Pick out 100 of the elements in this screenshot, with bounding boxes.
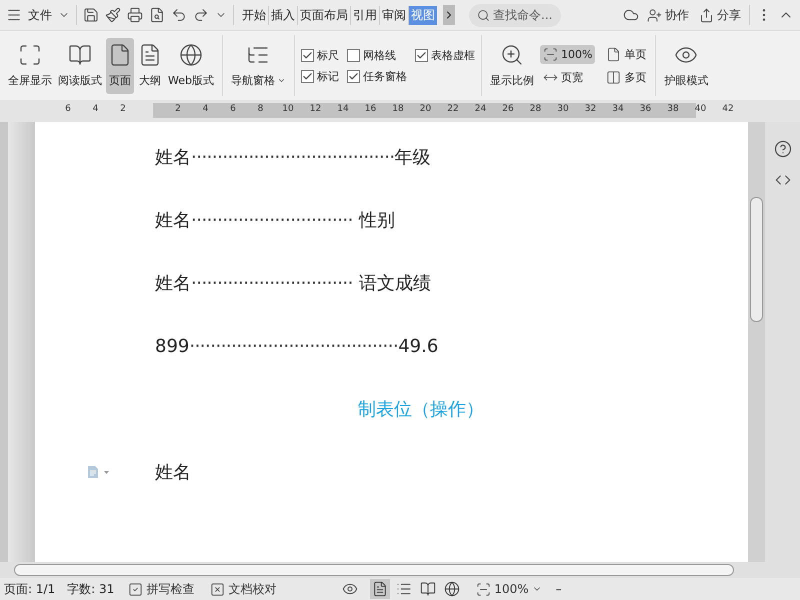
spell-check-button[interactable]: 拼写检查 (126, 578, 196, 600)
page-icon[interactable] (370, 579, 390, 599)
check-icon (302, 70, 313, 82)
zoom-option-button[interactable]: 页宽 (540, 68, 596, 86)
two-pages-icon (606, 70, 622, 84)
undo-icon[interactable] (171, 7, 187, 23)
ruler-number: 10 (281, 104, 295, 114)
eye-care-button[interactable]: 护眼模式 (662, 38, 710, 94)
document-text: 性别 (358, 209, 395, 232)
checkbox[interactable]: 标记 (300, 68, 339, 84)
menu-tab[interactable]: 页面布局 (298, 6, 351, 24)
navigation-pane-button[interactable]: 导航窗格 (228, 38, 288, 94)
document-text: 年级 (394, 146, 431, 169)
page-count: 页面: 1/1 (4, 580, 56, 598)
ruler-number: 2 (119, 104, 127, 114)
help-icon[interactable] (774, 140, 792, 158)
printer-icon[interactable] (127, 7, 143, 23)
checkbox[interactable]: 标尺 (300, 48, 339, 62)
proofread-button[interactable]: 文档校对 (208, 578, 278, 600)
cross-box-icon (210, 582, 226, 596)
share-icon (699, 8, 714, 22)
word-count: 字数: 31 (67, 580, 114, 598)
page-icon (606, 46, 622, 62)
check-icon (348, 70, 359, 82)
ruler-number: 16 (364, 104, 378, 114)
document-text: 姓名 (155, 461, 191, 484)
checkbox[interactable]: 任务窗格 (346, 68, 407, 84)
search-field[interactable]: 查找命令... (469, 4, 561, 26)
ruler-number: 30 (556, 104, 570, 114)
ruler-number: 12 (308, 104, 322, 114)
leader-dots: ······································· (191, 146, 395, 168)
ruler-number: 26 (501, 104, 515, 114)
zoom-option-button[interactable]: 100% (540, 44, 596, 64)
zoom-option-button[interactable]: 多页 (603, 68, 650, 86)
ruler-number: 40 (694, 104, 708, 114)
caret-icon (276, 76, 286, 85)
ruler-number: 24 (474, 104, 488, 114)
view-button[interactable]: 大纲 (136, 38, 164, 94)
redo-icon[interactable] (193, 7, 209, 23)
leader-dots: ········································ (189, 336, 398, 356)
ruler-number: 6 (64, 104, 72, 114)
preview-icon[interactable] (149, 7, 165, 23)
document-text: 姓名 (155, 209, 191, 232)
brush-icon[interactable] (105, 7, 121, 23)
ruler-number: 4 (92, 104, 100, 114)
document-text: 姓名 (155, 272, 191, 295)
vertical-scrollbar[interactable] (748, 122, 765, 562)
open-book-icon (68, 43, 92, 67)
ruler-number: 6 (229, 104, 237, 114)
check-icon (416, 50, 427, 60)
menu-tab[interactable]: 插入 (269, 6, 298, 24)
ruler-number: 34 (611, 104, 625, 114)
ruler-number: 14 (336, 104, 350, 114)
zoom-option-button[interactable]: 单页 (603, 44, 650, 64)
ruler-number: 20 (418, 104, 432, 114)
ruler-number: 38 (666, 104, 680, 114)
zoom-out-button[interactable]: – (556, 582, 562, 596)
document-text: 姓名 (155, 146, 191, 169)
zoom-level[interactable]: 100% (474, 580, 544, 598)
globe-page-icon (178, 43, 203, 67)
ruler-number: 22 (446, 104, 460, 114)
view-button[interactable]: 全屏显示 (6, 38, 54, 94)
fit-icon (476, 582, 492, 596)
horizontal-scrollbar[interactable] (0, 562, 800, 578)
document-text: 49.6 (398, 336, 438, 356)
search-icon (477, 8, 490, 22)
checkbox[interactable]: 网格线 (346, 48, 407, 62)
paragraph-marker-icon[interactable] (87, 465, 111, 479)
menu-icon[interactable] (6, 7, 22, 23)
menu-tab[interactable]: 开始 (240, 6, 269, 24)
share-button[interactable]: 分享 (697, 4, 743, 26)
check-box-icon (128, 582, 144, 596)
add-person-icon (647, 8, 662, 22)
view-button[interactable]: Web版式 (166, 38, 216, 94)
ruler-number: 32 (584, 104, 598, 114)
document-heading: 制表位（操作） (358, 398, 484, 421)
eye-icon[interactable] (342, 581, 358, 597)
magnifier-icon (500, 43, 524, 67)
view-button[interactable]: 页面 (106, 38, 134, 94)
ruler-number: 8 (256, 104, 264, 114)
document-text: 语文成绩 (358, 272, 431, 295)
ruler-number: 28 (528, 104, 542, 114)
more-tabs-icon[interactable] (443, 5, 455, 25)
save-icon[interactable] (83, 7, 99, 23)
menu-tab[interactable]: 引用 (351, 6, 380, 24)
check-icon (302, 50, 313, 60)
leader-dots: ······························· (191, 272, 353, 294)
zoom-button[interactable]: 显示比例 (488, 38, 536, 94)
view-button[interactable]: 阅读版式 (56, 38, 104, 94)
ruler-number: 36 (638, 104, 652, 114)
ruler-number: 18 (391, 104, 405, 114)
document-text: 899 (155, 336, 190, 356)
file-menu[interactable]: 文件 (28, 6, 52, 24)
collaborate-button[interactable]: 协作 (645, 4, 691, 26)
cloud-icon[interactable] (623, 7, 639, 23)
leader-dots: ······························· (191, 210, 353, 230)
ruler-number: 4 (202, 104, 210, 114)
checkbox[interactable]: 表格虚框 (414, 48, 475, 62)
ruler-number: 42 (721, 104, 735, 114)
ruler-number: 2 (174, 104, 182, 114)
